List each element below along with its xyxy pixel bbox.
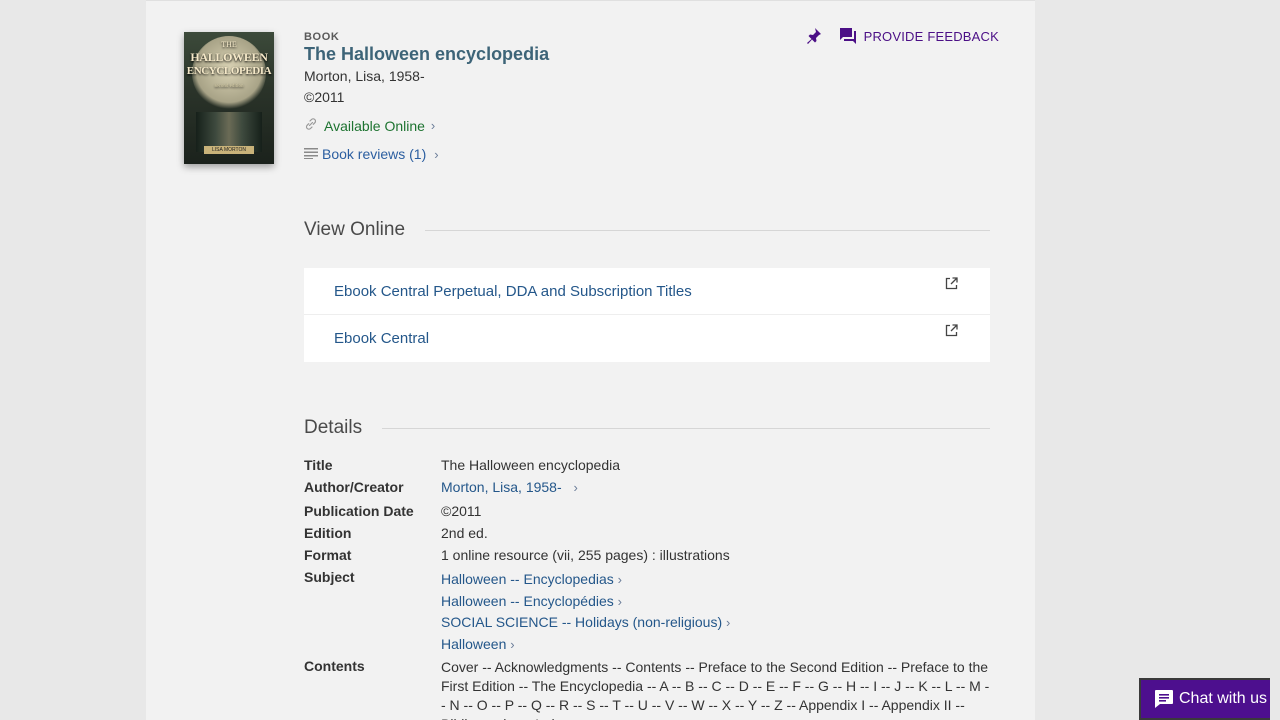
provide-feedback-button[interactable]: PROVIDE FEEDBACK (838, 26, 999, 46)
chat-label: Chat with us (1179, 690, 1268, 707)
detail-label: Contents (304, 658, 365, 674)
external-link-icon (945, 324, 958, 337)
pin-icon (806, 28, 821, 44)
subject-link[interactable]: Halloween -- Encyclopédies (441, 593, 614, 609)
detail-label: Subject (304, 569, 355, 585)
detail-label: Publication Date (304, 503, 414, 519)
subject-link[interactable]: Halloween -- Encyclopedias (441, 571, 614, 587)
pin-button[interactable] (804, 25, 824, 47)
provide-feedback-label: PROVIDE FEEDBACK (863, 28, 999, 44)
chevron-right-icon: › (617, 593, 622, 609)
online-link-label: Ebook Central (334, 330, 430, 347)
record-title[interactable]: The Halloween encyclopedia (304, 44, 549, 65)
detail-value: The Halloween encyclopedia (441, 457, 620, 473)
detail-label: Author/Creator (304, 479, 404, 495)
online-link-item[interactable]: Ebook Central (304, 315, 990, 362)
cover-title-line: HALLOWEEN (190, 50, 268, 64)
record-type: BOOK (304, 31, 340, 43)
detail-value: Cover -- Acknowledgments -- Contents -- … (441, 659, 990, 720)
cover-subtitle: second edition (214, 84, 244, 89)
detail-row-edition: Edition 2nd ed. (304, 525, 990, 547)
availability-label: Available Online (324, 117, 425, 134)
chat-icon (1155, 690, 1173, 708)
book-cover-image[interactable]: THE HALLOWEEN ENCYCLOPEDIA second editio… (184, 32, 274, 164)
chat-widget-button[interactable]: Chat with us (1139, 678, 1270, 720)
subject-link[interactable]: Halloween (441, 636, 506, 652)
details-title: Details (304, 417, 363, 438)
online-links-list: Ebook Central Perpetual, DDA and Subscri… (304, 268, 990, 362)
feedback-icon (839, 28, 856, 44)
chevron-right-icon: › (430, 118, 436, 133)
cover-title-line: THE (221, 40, 237, 49)
detail-label: Edition (304, 525, 352, 541)
chevron-right-icon: › (726, 615, 731, 630)
divider (382, 427, 990, 429)
online-link-item[interactable]: Ebook Central Perpetual, DDA and Subscri… (304, 268, 990, 315)
cover-title-line: ENCYCLOPEDIA (186, 65, 272, 77)
subject-link[interactable]: SOCIAL SCIENCE -- Holidays (non-religiou… (441, 614, 722, 630)
record-panel: THE HALLOWEEN ENCYCLOPEDIA second editio… (146, 0, 1035, 720)
chevron-right-icon: › (434, 146, 439, 162)
details-heading: Details (304, 417, 990, 439)
chevron-right-icon: › (510, 636, 515, 652)
chevron-right-icon: › (573, 480, 578, 495)
details-table: Title The Halloween encyclopedia Author/… (304, 457, 990, 720)
book-reviews-label: Book reviews (1) (322, 146, 427, 162)
availability-link[interactable]: Available Online › (304, 117, 435, 134)
record-date: ©2011 (304, 89, 345, 105)
detail-row-contents: Contents Cover -- Acknowledgments -- Con… (304, 658, 990, 720)
divider (425, 229, 990, 231)
link-icon (304, 117, 318, 134)
detail-value: 1 online resource (vii, 255 pages) : ill… (441, 547, 730, 563)
detail-label: Format (304, 547, 352, 563)
detail-row-title: Title The Halloween encyclopedia (304, 457, 990, 479)
detail-label: Title (304, 457, 333, 473)
view-online-heading: View Online (304, 219, 990, 241)
detail-row-subject: Subject Halloween -- Encyclopedias › Hal… (304, 569, 990, 655)
author-link[interactable]: Morton, Lisa, 1958- (441, 479, 562, 495)
detail-row-author: Author/Creator Morton, Lisa, 1958- › (304, 479, 990, 503)
cover-author: LISA MORTON (204, 146, 254, 154)
external-link-icon (945, 277, 958, 290)
record-author: Morton, Lisa, 1958- (304, 68, 425, 84)
detail-value: 2nd ed. (441, 525, 488, 541)
chevron-right-icon: › (617, 572, 622, 587)
online-link-label: Ebook Central Perpetual, DDA and Subscri… (334, 282, 692, 300)
book-reviews-link[interactable]: Book reviews (1) › (304, 146, 439, 162)
detail-row-format: Format 1 online resource (vii, 255 pages… (304, 547, 990, 569)
list-icon (304, 146, 320, 162)
detail-value: ©2011 (441, 503, 482, 519)
detail-row-pubdate: Publication Date ©2011 (304, 503, 990, 525)
record-actions: PROVIDE FEEDBACK (804, 25, 999, 47)
view-online-title: View Online (304, 219, 406, 240)
